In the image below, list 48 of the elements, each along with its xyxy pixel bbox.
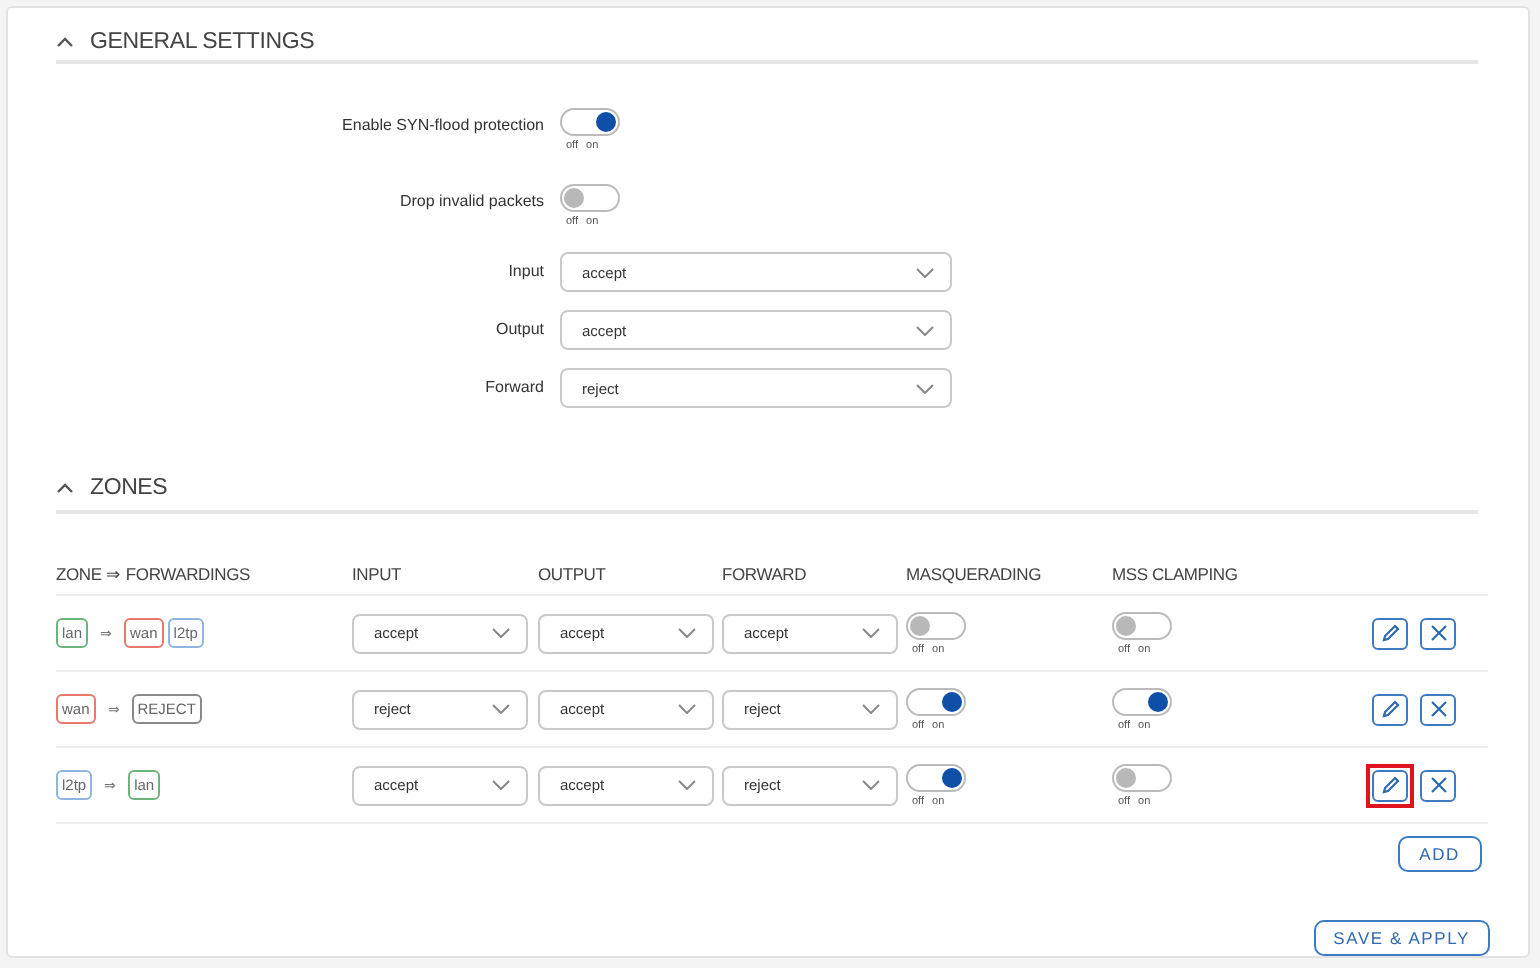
- section-title: ZONES: [90, 475, 168, 499]
- toggle-switch[interactable]: [1112, 687, 1172, 715]
- chevron-down-icon: [862, 780, 880, 790]
- chevron-down-icon: [862, 628, 880, 638]
- edit-button[interactable]: [1372, 693, 1408, 725]
- field-label: Output: [495, 318, 544, 338]
- add-button[interactable]: ADD: [1397, 836, 1482, 872]
- column-header: FORWARD: [722, 564, 809, 584]
- column-header: MSS CLAMPING: [1112, 564, 1240, 584]
- column-header: INPUT: [352, 564, 404, 584]
- chevron-down-icon: [916, 325, 934, 335]
- field-label: Input: [508, 260, 544, 280]
- toggle-switch[interactable]: [906, 687, 966, 715]
- close-icon: [1429, 624, 1447, 642]
- close-icon: [1429, 700, 1447, 718]
- pencil-icon: [1381, 776, 1399, 794]
- toggle-switch[interactable]: [560, 184, 620, 212]
- delete-button[interactable]: [1420, 693, 1456, 725]
- field-label: Enable SYN-flood protection: [342, 114, 544, 134]
- chevron-down-icon: [678, 628, 696, 638]
- toggle-switch[interactable]: [1112, 611, 1172, 639]
- pencil-icon: [1381, 700, 1399, 718]
- chevron-down-icon: [492, 704, 510, 714]
- field-label: Drop invalid packets: [399, 190, 544, 210]
- column-header: MASQUERADING: [906, 564, 1043, 584]
- chevron-down-icon: [492, 628, 510, 638]
- chevron-down-icon: [916, 267, 934, 277]
- toggle-switch[interactable]: [560, 108, 620, 136]
- toggle-switch[interactable]: [906, 611, 966, 639]
- save-apply-button[interactable]: SAVE & APPLY: [1313, 920, 1490, 956]
- chevron-up-icon[interactable]: [56, 481, 74, 493]
- toggle-switch[interactable]: [1112, 763, 1172, 791]
- chevron-down-icon: [678, 780, 696, 790]
- delete-button[interactable]: [1420, 617, 1456, 649]
- pencil-icon: [1381, 624, 1399, 642]
- column-header: OUTPUT: [538, 564, 608, 584]
- chevron-down-icon: [492, 780, 510, 790]
- chevron-down-icon: [862, 704, 880, 714]
- chevron-up-icon[interactable]: [56, 36, 74, 48]
- column-header: ZONE ⇒ FORWARDINGS: [56, 564, 252, 584]
- toggle-switch[interactable]: [906, 763, 966, 791]
- edit-button[interactable]: [1372, 617, 1408, 649]
- close-icon: [1429, 776, 1447, 794]
- section-title: GENERAL SETTINGS: [90, 30, 315, 54]
- chevron-down-icon: [678, 704, 696, 714]
- chevron-down-icon: [916, 383, 934, 393]
- field-label: Forward: [485, 376, 544, 396]
- delete-button[interactable]: [1420, 769, 1456, 801]
